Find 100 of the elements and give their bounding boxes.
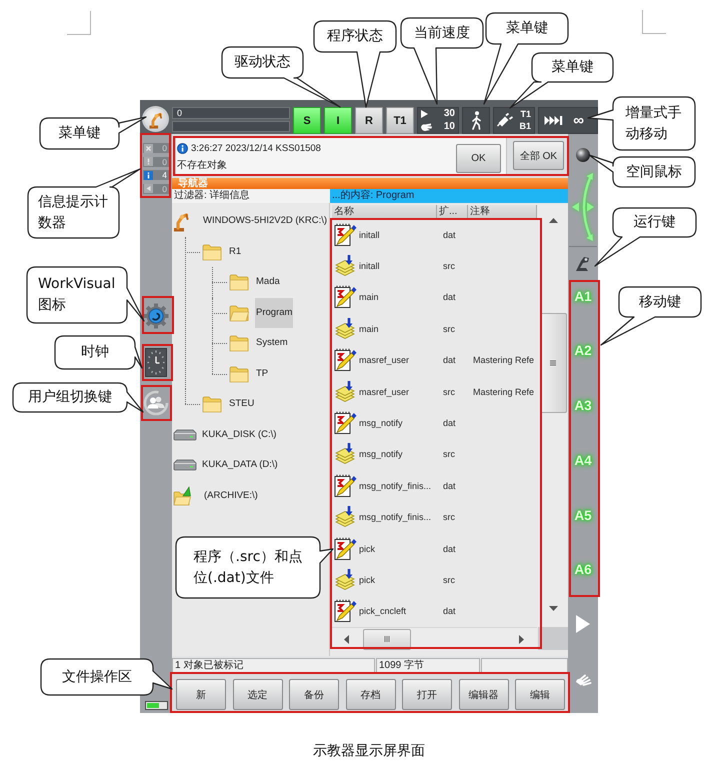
tree-item[interactable]: TP: [255, 358, 270, 389]
column-header[interactable]: 扩...: [437, 205, 468, 218]
main-menu-button[interactable]: [142, 106, 169, 132]
file-name[interactable]: msg_notify_finis...: [359, 512, 432, 522]
file-name[interactable]: pick: [359, 574, 376, 585]
file-comment: Mastering Refe: [473, 386, 534, 397]
file-extension: dat: [443, 292, 456, 302]
sphere-icon[interactable]: [576, 148, 590, 162]
folder-icon: [202, 242, 222, 261]
callout-text: 运行键: [634, 213, 676, 232]
callout-text: 增量式手动移动: [626, 104, 682, 144]
file-extension: dat: [443, 606, 456, 616]
scroll-right-arrow[interactable]: [519, 634, 524, 644]
tree-item[interactable]: Program: [255, 298, 294, 328]
hand-icon[interactable]: [574, 672, 592, 686]
base-number: B1: [519, 122, 531, 132]
file-name[interactable]: main: [359, 292, 379, 302]
navigator-title: 导航器: [172, 178, 568, 189]
tree-item[interactable]: System: [255, 328, 289, 358]
scroll-thumb[interactable]: [363, 628, 411, 650]
tool-base-button[interactable]: T1 B1: [493, 107, 535, 134]
fast-forward-icon: [544, 115, 563, 126]
file-action-button[interactable]: 备份: [289, 679, 339, 710]
column-header[interactable]: 名称: [332, 205, 437, 218]
file-name[interactable]: pick_cncleft: [359, 606, 406, 616]
column-header[interactable]: 注释: [468, 205, 537, 218]
file-name[interactable]: main: [359, 324, 379, 334]
status-field: 0: [172, 107, 290, 119]
data-file-icon: [334, 285, 357, 310]
ok-button[interactable]: OK: [456, 144, 501, 173]
tree-item[interactable]: Mada: [255, 267, 281, 298]
folder-icon: [202, 395, 222, 414]
file-name[interactable]: masref_user: [359, 355, 410, 366]
file-extension: src: [443, 324, 455, 334]
scroll-thumb[interactable]: [540, 313, 566, 413]
clock-icon[interactable]: [145, 348, 167, 376]
source-file-icon: [334, 442, 357, 466]
gear-icon[interactable]: [143, 302, 169, 328]
file-extension: src: [443, 512, 455, 522]
filter-label: 过滤器: 详细信息: [172, 189, 330, 203]
file-action-button[interactable]: 存档: [346, 679, 396, 710]
callout-text: 菜单键: [58, 124, 100, 143]
users-icon[interactable]: [143, 388, 169, 416]
source-file-icon: [334, 254, 357, 278]
highlight-frame: [141, 385, 172, 421]
file-extension: src: [443, 386, 455, 397]
status-key[interactable]: R: [355, 107, 383, 134]
figure-caption: 示教器显示屏界面: [313, 743, 425, 759]
file-name[interactable]: msg_notify: [359, 418, 403, 428]
horizontal-scrollbar[interactable]: [332, 627, 537, 650]
walking-person-icon: [470, 111, 482, 130]
message-header: 3:26:27 2023/12/14 KSS01508: [191, 143, 321, 154]
scroll-left-arrow[interactable]: [344, 634, 349, 644]
callout-text: 程序（.src）和点位(.dat)文件: [194, 548, 302, 588]
tree-item[interactable]: STEU: [228, 389, 256, 420]
file-name[interactable]: msg_notify: [359, 449, 403, 460]
increment-button[interactable]: ∞: [538, 107, 598, 134]
status-key[interactable]: I: [324, 107, 352, 134]
file-action-button[interactable]: 编辑器: [458, 679, 508, 710]
status-key[interactable]: S: [293, 107, 321, 134]
callout-text: 当前速度: [414, 24, 470, 42]
tree-item[interactable]: R1: [228, 236, 242, 267]
scroll-up-arrow[interactable]: [548, 218, 558, 223]
file-action-button[interactable]: 新: [176, 679, 226, 710]
tree-item[interactable]: (ARCHIVE:\): [203, 480, 259, 511]
gripper-icon: [497, 113, 514, 128]
data-file-icon: [334, 474, 357, 498]
callout-text: 菜单键: [506, 19, 548, 38]
grip-icon: [384, 636, 390, 642]
file-action-button[interactable]: 编辑: [515, 679, 565, 710]
file-name[interactable]: initall: [359, 230, 380, 240]
status-key[interactable]: T1: [386, 107, 414, 134]
jog-speed-value: 10: [444, 122, 455, 132]
robot-icon[interactable]: [574, 256, 592, 272]
hand-icon: [421, 122, 432, 131]
page-corner-mark: [67, 11, 91, 35]
file-extension: dat: [443, 480, 456, 491]
callout-text: 程序状态: [327, 27, 383, 46]
file-action-button[interactable]: 选定: [232, 679, 282, 710]
play-icon[interactable]: [576, 614, 590, 633]
message-text: 不存在对象: [177, 158, 228, 172]
tree-item[interactable]: KUKA_DATA (D:\): [201, 450, 279, 480]
jog-mode-button[interactable]: [462, 107, 490, 134]
file-name[interactable]: pick: [359, 544, 376, 554]
callout-text: 空间鼠标: [626, 162, 682, 182]
status-text: 1099 字节: [376, 658, 480, 673]
message-counter[interactable]: 4: [143, 170, 169, 180]
file-name[interactable]: initall: [359, 261, 380, 272]
file-action-button[interactable]: 打开: [402, 679, 452, 710]
archive-folder-icon: [173, 486, 191, 506]
tree-item[interactable]: KUKA_DISK (C:\): [201, 420, 278, 450]
speed-button[interactable]: 30 10: [417, 107, 459, 134]
file-name[interactable]: masref_user: [359, 386, 410, 397]
folder-icon: [229, 364, 249, 383]
tree-item[interactable]: WINDOWS-5HI2V2D (KRC:\): [202, 206, 328, 236]
open-folder-icon: [229, 304, 249, 322]
scroll-down-arrow[interactable]: [548, 606, 558, 611]
file-name[interactable]: msg_notify_finis...: [359, 480, 432, 491]
ok-all-button[interactable]: 全部 OK: [513, 141, 564, 170]
page-corner-mark: [642, 10, 666, 34]
